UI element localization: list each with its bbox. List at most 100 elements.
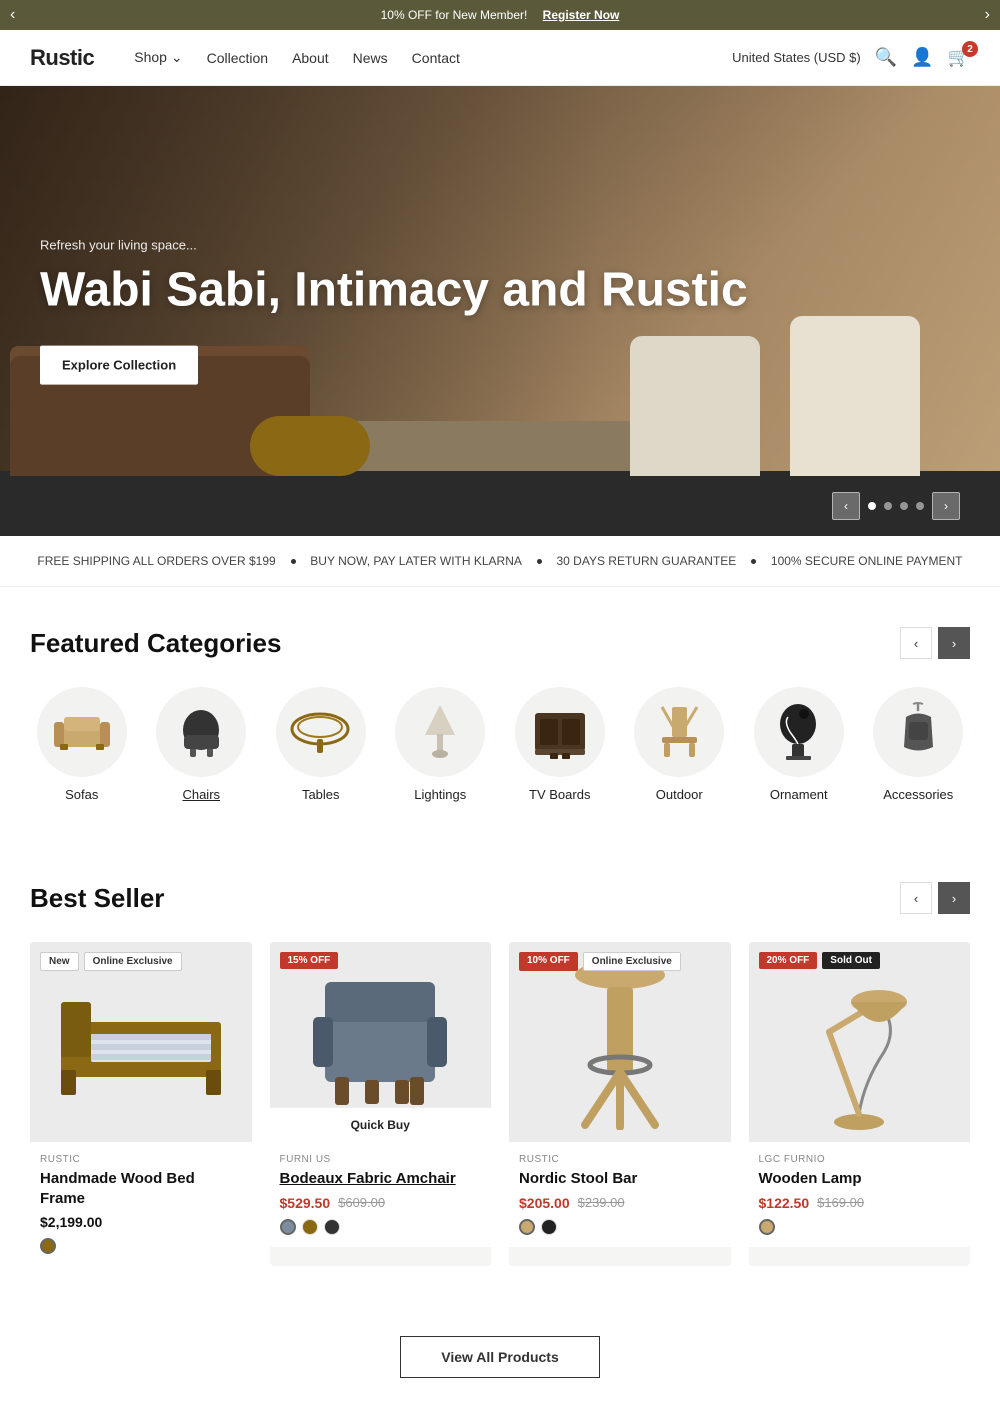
- hero-section: Refresh your living space... Wabi Sabi, …: [0, 86, 1000, 536]
- product-brand-2: FURNI US: [280, 1154, 482, 1165]
- hero-subtitle: Refresh your living space...: [40, 238, 748, 253]
- hero-next-button[interactable]: ›: [932, 492, 960, 520]
- country-selector[interactable]: United States (USD $): [732, 50, 861, 65]
- hero-dot-1[interactable]: [868, 502, 876, 510]
- category-accessories[interactable]: Accessories: [867, 687, 971, 802]
- nav-collection[interactable]: Collection: [197, 44, 278, 72]
- hero-dot-4[interactable]: [916, 502, 924, 510]
- best-seller-next-arrow[interactable]: ›: [938, 882, 970, 914]
- perk-1: FREE SHIPPING ALL ORDERS OVER $199: [37, 554, 275, 568]
- main-nav: Shop ⌄ Collection About News Contact: [124, 43, 732, 72]
- announcement-link[interactable]: Register Now: [543, 8, 620, 22]
- swatch-2-3[interactable]: [324, 1219, 340, 1235]
- product-card-1: New Online Exclusive RUSTIC Handmade: [30, 942, 252, 1266]
- product-prices-2: $529.50 $609.00: [280, 1195, 482, 1211]
- perks-bar: FREE SHIPPING ALL ORDERS OVER $199 BUY N…: [0, 536, 1000, 587]
- header-right: United States (USD $) 🔍 👤 🛒 2: [732, 47, 970, 68]
- cart-button[interactable]: 🛒 2: [948, 47, 970, 68]
- best-seller-title: Best Seller: [30, 883, 164, 914]
- announcement-next-button[interactable]: ›: [985, 6, 990, 24]
- product-image-2: 15% OFF Quick Buy: [270, 942, 492, 1142]
- stool-illustration: [565, 955, 675, 1130]
- product-price-current-2: $529.50: [280, 1195, 331, 1211]
- badge-sale-4: 20% OFF: [759, 952, 818, 969]
- categories-next-arrow[interactable]: ›: [938, 627, 970, 659]
- announcement-prev-button[interactable]: ‹: [10, 6, 15, 24]
- best-seller-nav-arrows: ‹ ›: [900, 882, 970, 914]
- categories-grid: Sofas Chairs Tables: [30, 687, 970, 802]
- nav-contact[interactable]: Contact: [402, 44, 470, 72]
- perk-4: 100% SECURE ONLINE PAYMENT: [771, 554, 963, 568]
- hero-prev-button[interactable]: ‹: [832, 492, 860, 520]
- swatch-3-2[interactable]: [541, 1219, 557, 1235]
- view-all-section: View All Products: [0, 1306, 1000, 1408]
- hero-dot-2[interactable]: [884, 502, 892, 510]
- nav-news[interactable]: News: [343, 44, 398, 72]
- swatch-4-1[interactable]: [759, 1219, 775, 1235]
- product-name-2[interactable]: Bodeaux Fabric Amchair: [280, 1169, 482, 1189]
- bed-frame-illustration: [51, 982, 231, 1102]
- perk-divider-3: [751, 559, 756, 564]
- hero-navigation: ‹ ›: [832, 492, 960, 520]
- category-tv-boards-label: TV Boards: [529, 787, 590, 802]
- product-swatches-2: [280, 1219, 482, 1235]
- tv-boards-icon: [530, 705, 590, 760]
- swatch-2-1[interactable]: [280, 1219, 296, 1235]
- category-chairs-circle: [156, 687, 246, 777]
- badge-sale-3: 10% OFF: [519, 952, 578, 971]
- product-card-3: 10% OFF Online Exclusive RUSTIC Nordic S…: [509, 942, 731, 1266]
- nav-shop[interactable]: Shop ⌄: [124, 43, 192, 72]
- category-outdoor[interactable]: Outdoor: [628, 687, 732, 802]
- nav-about[interactable]: About: [282, 44, 339, 72]
- quick-buy-button-2[interactable]: Quick Buy: [270, 1107, 492, 1142]
- hero-cta-button[interactable]: Explore Collection: [40, 345, 198, 384]
- featured-categories-header: Featured Categories ‹ ›: [30, 627, 970, 659]
- product-brand-3: RUSTIC: [519, 1154, 721, 1165]
- ornament-icon: [776, 702, 821, 762]
- site-header: Rustic Shop ⌄ Collection About News Cont…: [0, 30, 1000, 86]
- category-ornament[interactable]: Ornament: [747, 687, 851, 802]
- category-lightings[interactable]: Lightings: [389, 687, 493, 802]
- swatch-3-1[interactable]: [519, 1219, 535, 1235]
- product-swatches-4: [759, 1219, 961, 1235]
- product-card-4: 20% OFF Sold Out LGC FURNIO: [749, 942, 971, 1266]
- category-tv-boards[interactable]: TV Boards: [508, 687, 612, 802]
- product-image-4: 20% OFF Sold Out: [749, 942, 971, 1142]
- category-tv-boards-circle: [515, 687, 605, 777]
- account-button[interactable]: 👤: [911, 47, 933, 68]
- swatch-1-1[interactable]: [40, 1238, 56, 1254]
- category-sofas[interactable]: Sofas: [30, 687, 134, 802]
- table-decoration: [250, 416, 370, 476]
- swatch-2-2[interactable]: [302, 1219, 318, 1235]
- category-chairs-label: Chairs: [182, 787, 220, 802]
- category-sofas-label: Sofas: [65, 787, 98, 802]
- tables-icon: [288, 707, 353, 757]
- header-icons: 🔍 👤 🛒 2: [875, 47, 970, 68]
- perk-2: BUY NOW, PAY LATER WITH KLARNA: [310, 554, 522, 568]
- badge-new-1: New: [40, 952, 79, 971]
- best-seller-header: Best Seller ‹ ›: [30, 882, 970, 914]
- product-price-original-3: $239.00: [578, 1195, 625, 1210]
- product-badges-1: New Online Exclusive: [40, 952, 182, 971]
- product-image-3: 10% OFF Online Exclusive: [509, 942, 731, 1142]
- product-badges-3: 10% OFF Online Exclusive: [519, 952, 681, 971]
- product-price-current-4: $122.50: [759, 1195, 810, 1211]
- outdoor-icon: [652, 702, 707, 762]
- badge-soldout-4: Sold Out: [822, 952, 880, 969]
- product-info-2: FURNI US Bodeaux Fabric Amchair $529.50 …: [270, 1142, 492, 1247]
- view-all-button[interactable]: View All Products: [400, 1336, 599, 1378]
- search-button[interactable]: 🔍: [875, 47, 897, 68]
- category-accessories-label: Accessories: [883, 787, 953, 802]
- category-chairs[interactable]: Chairs: [150, 687, 254, 802]
- hero-dot-3[interactable]: [900, 502, 908, 510]
- best-seller-prev-arrow[interactable]: ‹: [900, 882, 932, 914]
- site-logo[interactable]: Rustic: [30, 45, 94, 71]
- category-outdoor-circle: [634, 687, 724, 777]
- product-prices-1: $2,199.00: [40, 1214, 242, 1230]
- category-tables[interactable]: Tables: [269, 687, 373, 802]
- categories-prev-arrow[interactable]: ‹: [900, 627, 932, 659]
- product-image-1: New Online Exclusive: [30, 942, 252, 1142]
- product-info-3: RUSTIC Nordic Stool Bar $205.00 $239.00: [509, 1142, 731, 1247]
- chairs-icon: [174, 705, 229, 760]
- cart-badge: 2: [962, 41, 978, 57]
